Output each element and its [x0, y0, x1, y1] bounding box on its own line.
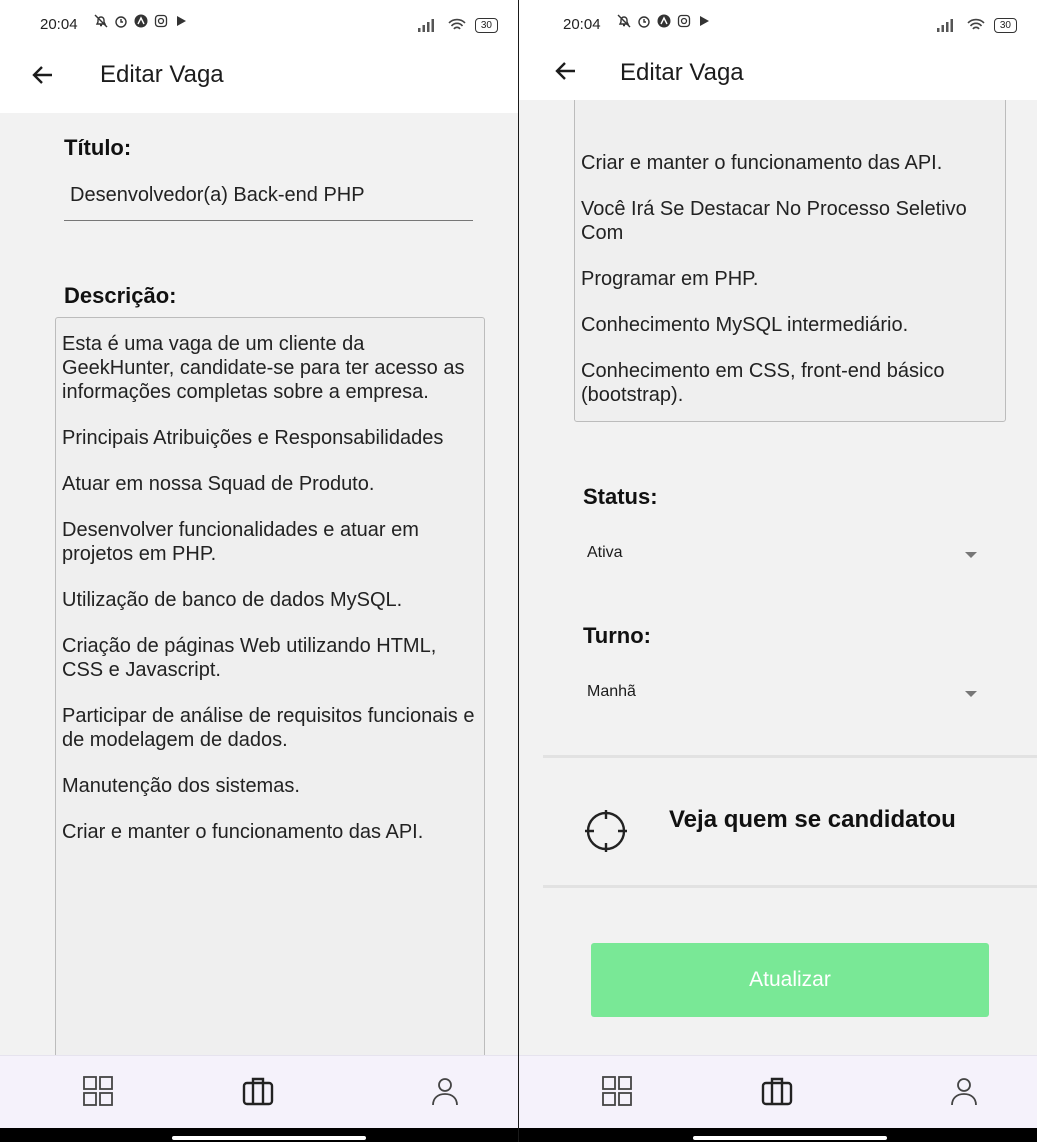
description-paragraph: Criar e manter o funcionamento das API. — [62, 821, 424, 843]
screen-right: Criar e manter o funcionamento das API. … — [519, 0, 1037, 1142]
status-time: 20:04 — [40, 16, 78, 33]
title-input[interactable]: Desenvolvedor(a) Back-end PHP — [64, 170, 473, 221]
description-paragraph: Esta é uma vaga de um cliente da GeekHun… — [62, 333, 465, 403]
instagram-icon — [677, 14, 691, 28]
description-paragraph: Utilização de banco de dados MySQL. — [62, 589, 403, 611]
description-paragraph: Atuar em nossa Squad de Produto. — [62, 473, 375, 495]
briefcase-icon[interactable] — [760, 1074, 794, 1108]
status-bar: 20:04 30 — [563, 14, 1017, 38]
mute-icon — [94, 14, 108, 28]
signal-icon — [936, 19, 953, 32]
description-paragraph: Criação de páginas Web utilizando HTML, … — [62, 635, 437, 681]
shift-select[interactable]: Manhã — [583, 675, 983, 715]
shift-select-value: Manhã — [587, 683, 636, 700]
alarm-icon — [115, 16, 127, 28]
page-title: Editar Vaga — [100, 61, 224, 88]
app-icon — [657, 14, 671, 28]
battery-icon: 30 — [993, 17, 1017, 33]
description-text: Esta é uma vaga de um cliente da GeekHun… — [62, 332, 478, 866]
back-arrow-icon[interactable] — [553, 58, 579, 84]
divider — [543, 755, 1037, 758]
description-label: Descrição: — [64, 283, 177, 308]
chevron-down-icon — [965, 552, 977, 558]
description-paragraph: Programar em PHP. — [581, 268, 759, 290]
description-paragraph: Conhecimento MySQL intermediário. — [581, 314, 909, 336]
dashboard-icon[interactable] — [81, 1074, 115, 1108]
description-paragraph: Você Irá Se Destacar No Processo Seletiv… — [581, 198, 967, 244]
description-textarea[interactable]: Esta é uma vaga de um cliente da GeekHun… — [55, 317, 485, 1079]
description-paragraph: Principais Atribuições e Responsabilidad… — [62, 427, 444, 449]
status-time: 20:04 — [563, 16, 601, 33]
crosshair-icon — [585, 810, 627, 852]
app-icon — [134, 14, 148, 28]
description-paragraph: Conhecimento em CSS, front-end básico (b… — [581, 360, 945, 406]
description-paragraph: Desenvolver funcionalidades e atuar em p… — [62, 519, 419, 565]
alarm-icon — [638, 16, 650, 28]
divider — [543, 885, 1037, 888]
screen-left: 20:04 30 Editar Vaga Título: Desenvolved… — [0, 0, 518, 1142]
description-paragraph: Participar de análise de requisitos func… — [62, 705, 475, 751]
app-bar: 20:04 30 Editar Vaga — [0, 0, 518, 113]
title-label: Título: — [64, 135, 132, 160]
bottom-nav — [0, 1055, 518, 1129]
instagram-icon — [154, 14, 168, 28]
briefcase-icon[interactable] — [241, 1074, 275, 1108]
home-indicator[interactable] — [172, 1136, 366, 1140]
status-select-value: Ativa — [587, 544, 623, 561]
person-icon[interactable] — [428, 1074, 462, 1108]
home-indicator[interactable] — [693, 1136, 887, 1140]
back-arrow-icon[interactable] — [30, 62, 56, 88]
page-title: Editar Vaga — [620, 59, 744, 86]
dashboard-icon[interactable] — [600, 1074, 634, 1108]
chevron-down-icon — [965, 691, 977, 697]
description-paragraph: Criar e manter o funcionamento das API. — [581, 152, 943, 174]
description-text: Criar e manter o funcionamento das API. … — [581, 151, 999, 407]
update-button[interactable]: Atualizar — [591, 943, 989, 1017]
play-icon — [177, 16, 186, 26]
status-bar: 20:04 30 — [40, 14, 498, 38]
mute-icon — [617, 14, 631, 28]
title-input-value: Desenvolvedor(a) Back-end PHP — [70, 184, 365, 206]
person-icon[interactable] — [947, 1074, 981, 1108]
status-label: Status: — [583, 484, 658, 509]
bottom-nav — [519, 1055, 1037, 1129]
wifi-icon — [448, 18, 466, 30]
description-paragraph: Manutenção dos sistemas. — [62, 775, 300, 797]
play-icon — [700, 16, 709, 26]
shift-label: Turno: — [583, 623, 652, 648]
see-candidates-label: Veja quem se candidatou — [669, 806, 956, 833]
app-bar: 20:04 30 Editar Vaga — [519, 0, 1037, 100]
status-select[interactable]: Ativa — [583, 536, 983, 576]
wifi-icon — [967, 18, 985, 30]
see-candidates-button[interactable]: Veja quem se candidatou — [543, 790, 1037, 860]
signal-icon — [417, 19, 434, 32]
battery-icon: 30 — [474, 17, 498, 33]
